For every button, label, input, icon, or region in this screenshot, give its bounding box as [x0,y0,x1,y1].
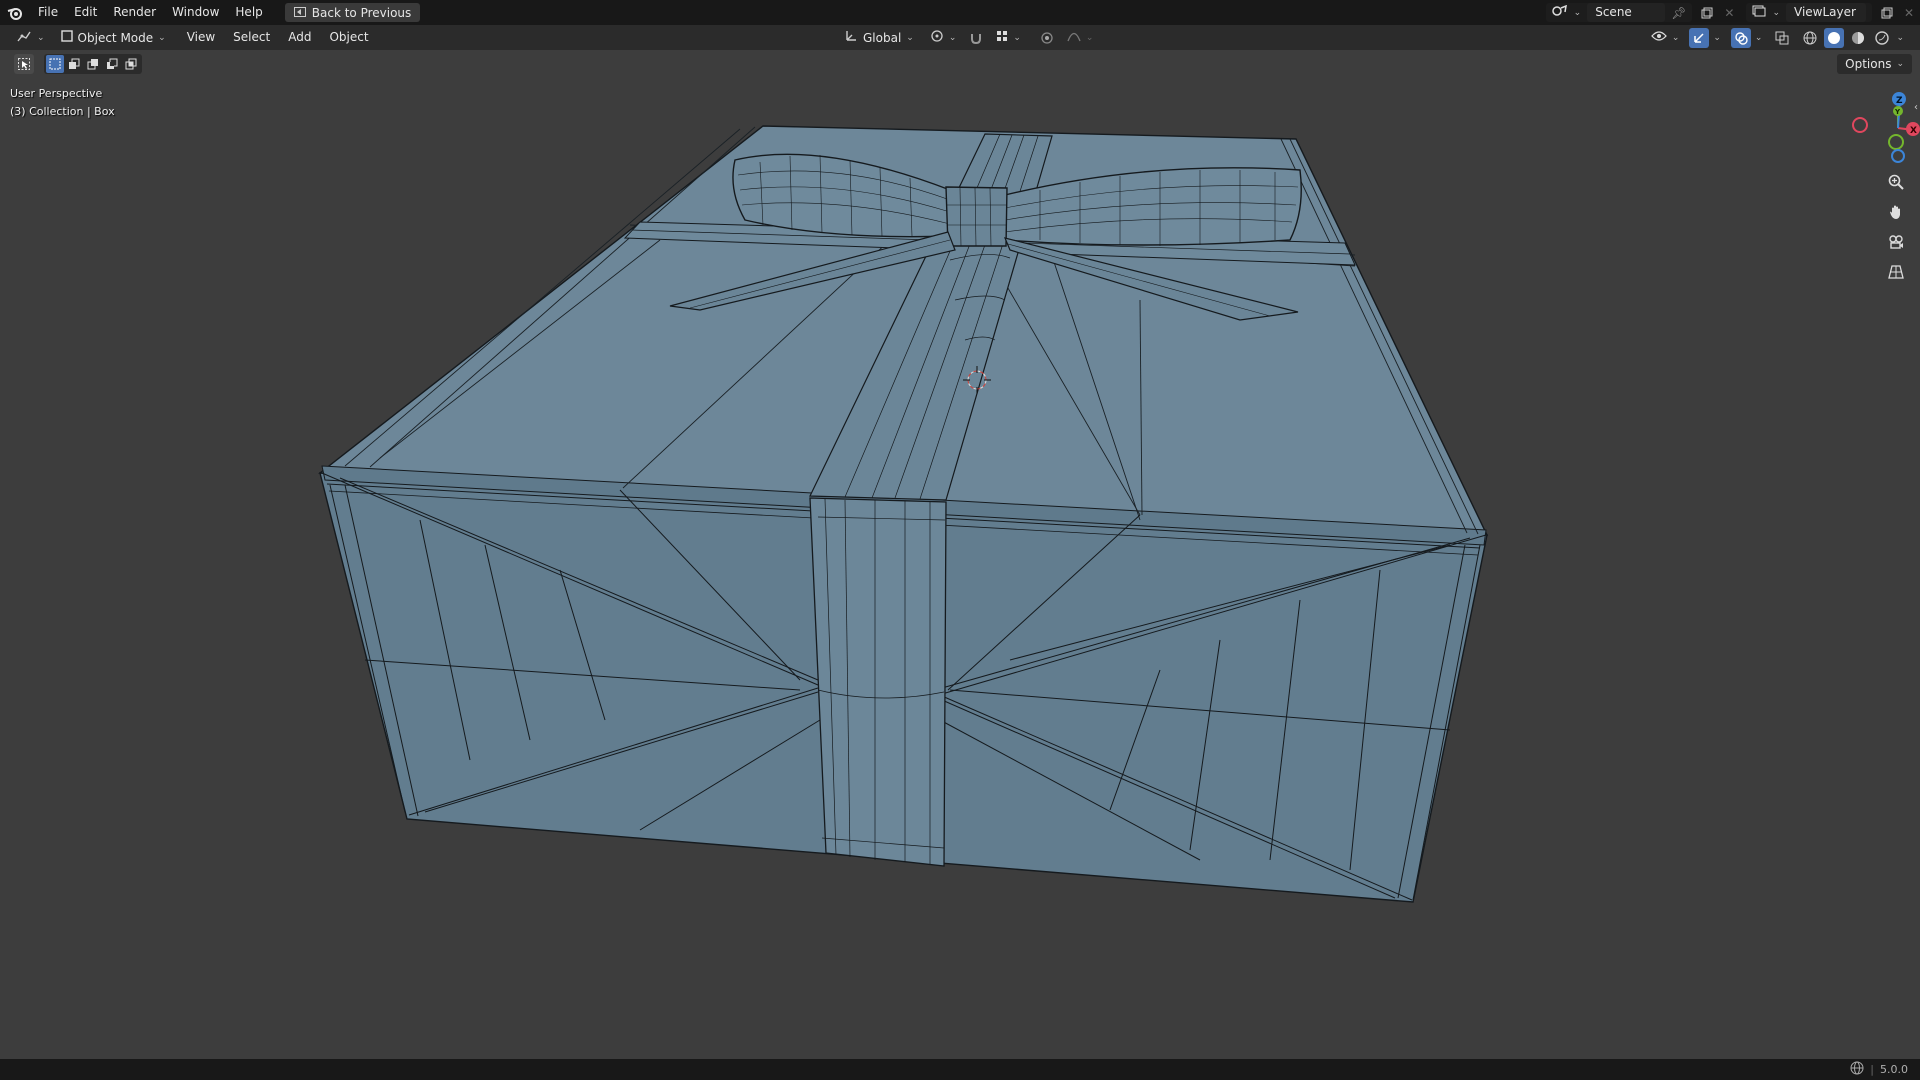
new-view-layer-icon[interactable] [1876,3,1898,22]
falloff-selector[interactable]: ⌄ [1061,27,1100,48]
zoom-icon[interactable] [1883,169,1909,195]
menu-select[interactable]: Select [224,25,279,50]
pin-icon[interactable]: 📌︎ [1671,6,1686,20]
chevron-down-icon[interactable]: ⌄ [1755,33,1763,43]
snap-toggle-icon[interactable] [966,28,986,48]
globe-icon [1850,1061,1864,1078]
collection-label: (3) Collection | Box [10,105,115,118]
snap-target-selector[interactable]: ⌄ [990,27,1027,48]
gizmo-neg-x [1852,117,1868,133]
gizmo-neg-z [1891,149,1905,163]
3d-viewport-icon [16,29,32,46]
mode-intersect-icon[interactable] [122,55,140,73]
selection-mode-group [44,54,142,74]
top-bar: File Edit Render Window Help Back to Pre… [0,0,1920,25]
options-label: Options [1845,57,1892,71]
remove-scene-icon[interactable]: ✕ [1718,3,1740,22]
chevron-down-icon: ⌄ [1896,59,1904,69]
scene-icon [1551,4,1568,20]
view-layer-name-field[interactable]: ViewLayer [1786,3,1866,22]
scene-selector[interactable]: ⌄ Scene 📌︎ [1545,3,1693,22]
chevron-down-icon: ⌄ [1671,32,1680,43]
options-dropdown[interactable]: Options ⌄ [1837,54,1912,74]
mode-invert-icon[interactable] [103,55,121,73]
new-scene-icon[interactable] [1696,3,1718,22]
bow-knot [945,186,1008,247]
material-preview-icon[interactable] [1848,28,1868,48]
object-mode-icon [60,30,73,45]
blender-logo-icon[interactable] [0,0,30,25]
orientation-label: Global [863,30,902,45]
tool-settings-row: Options ⌄ [0,50,1920,78]
rendered-shading-icon[interactable] [1872,28,1892,48]
back-to-previous-label: Back to Previous [311,5,412,20]
object-visibility-selector[interactable]: ⌄ [1645,27,1686,48]
mode-extend-icon[interactable] [65,55,83,73]
chevron-down-icon: ⌄ [1085,32,1094,43]
gift-box-mesh[interactable] [0,50,1920,1059]
chevron-down-icon: ⌄ [948,32,957,43]
chevron-down-icon: ⌄ [1013,32,1021,43]
menu-window[interactable]: Window [164,0,227,25]
pivot-icon [930,29,944,46]
eye-filter-icon [1650,30,1667,45]
screen-back-icon [293,6,306,20]
version-label: 5.0.0 [1880,1063,1908,1076]
editor-type-selector[interactable]: ⌄ [10,27,51,48]
perspective-label: User Perspective [10,87,103,100]
pan-hand-icon[interactable] [1883,199,1909,225]
axis-x-label: X [1910,126,1917,136]
menu-add[interactable]: Add [279,25,320,50]
menu-edit[interactable]: Edit [66,0,105,25]
menu-render[interactable]: Render [105,0,164,25]
camera-view-icon[interactable] [1883,229,1909,255]
chevron-down-icon[interactable]: ⌄ [1713,33,1721,43]
menu-object[interactable]: Object [320,25,377,50]
chevron-down-icon: ⌄ [158,32,166,43]
wireframe-shading-icon[interactable] [1800,28,1820,48]
status-bar: | 5.0.0 [0,1059,1920,1080]
axis-z-label: Z [1896,96,1903,106]
perspective-toggle-icon[interactable] [1883,259,1909,285]
menu-file[interactable]: File [30,0,66,25]
chevron-down-icon[interactable]: ⌄ [1896,33,1904,43]
mode-label: Object Mode [77,30,154,45]
chevron-down-icon: ⌄ [1772,7,1780,18]
remove-view-layer-icon[interactable]: ✕ [1898,3,1920,22]
show-overlays-icon[interactable] [1730,27,1751,48]
orientation-icon [844,29,858,46]
view-layer-selector[interactable]: ⌄ ViewLayer [1746,3,1872,22]
status-divider: | [1870,1063,1874,1076]
xray-toggle-icon[interactable] [1772,28,1792,48]
view-layer-icon [1752,5,1766,20]
solid-shading-icon[interactable] [1824,27,1845,48]
snap-grid-icon [996,30,1008,45]
menu-view[interactable]: View [178,25,224,50]
viewport-header: ⌄ Object Mode ⌄ View Select Add Object G… [0,25,1920,50]
3d-viewport[interactable] [0,50,1920,1059]
pivot-point-selector[interactable]: ⌄ [924,27,963,48]
chevron-left-icon[interactable]: ‹ [1914,102,1918,113]
select-tool-button[interactable] [14,54,34,74]
mode-subtract-icon[interactable] [84,55,102,73]
show-gizmo-icon[interactable] [1689,27,1710,48]
scene-name-field[interactable]: Scene [1587,3,1666,22]
chevron-down-icon: ⌄ [1573,7,1582,18]
gizmo-neg-y [1888,134,1904,150]
proportional-editing-icon[interactable] [1037,28,1057,48]
transform-orientation-selector[interactable]: Global ⌄ [838,27,920,48]
back-to-previous-button[interactable]: Back to Previous [284,3,421,22]
falloff-curve-icon [1067,30,1081,45]
mode-selector[interactable]: Object Mode ⌄ [55,27,172,48]
mode-set-new-icon[interactable] [46,55,64,73]
chevron-down-icon: ⌄ [906,32,914,43]
chevron-down-icon: ⌄ [37,32,45,43]
navigation-gizmo[interactable]: X Z Y [1810,86,1920,166]
axis-y-label: Y [1894,108,1901,116]
menu-help[interactable]: Help [227,0,270,25]
viewport-info-overlay: User Perspective (3) Collection | Box [10,85,115,121]
